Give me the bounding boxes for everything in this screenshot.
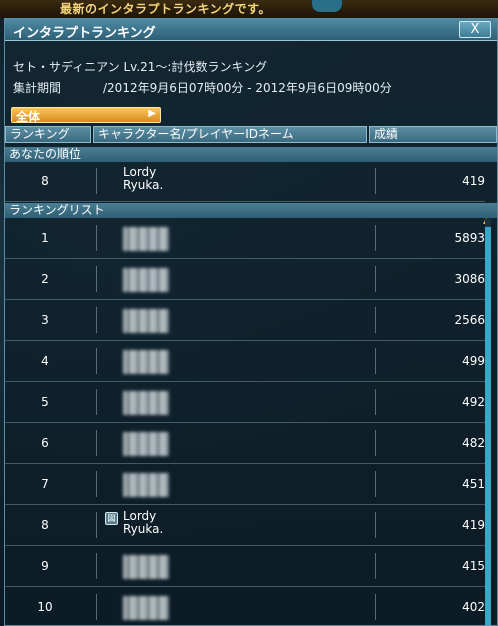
column-divider xyxy=(375,594,376,620)
player-name: Lordy Ryuka. xyxy=(123,510,163,536)
chevron-right-icon: ▶ xyxy=(148,108,156,119)
player-name-line2: Ryuka. xyxy=(123,522,164,536)
window-title: インタラプトランキング xyxy=(13,26,156,41)
rank-score: 3086 xyxy=(454,272,485,286)
column-divider xyxy=(375,389,376,415)
my-rank-name-line2: Ryuka. xyxy=(123,178,164,192)
my-rank-score: 419 xyxy=(462,174,485,188)
column-divider xyxy=(375,471,376,497)
blurred-player-name xyxy=(123,555,169,579)
column-divider xyxy=(96,266,97,292)
column-divider xyxy=(375,307,376,333)
blurred-player-name xyxy=(123,350,169,374)
ranking-row[interactable]: 7 451 xyxy=(5,465,485,505)
ranking-row[interactable]: 2 3086 xyxy=(5,260,485,300)
column-divider xyxy=(96,430,97,456)
rank-score: 419 xyxy=(462,518,485,532)
column-divider xyxy=(375,348,376,374)
rank-number: 5 xyxy=(41,395,49,409)
rank-score: 402 xyxy=(462,600,485,614)
column-header-name: キャラクター名/プレイヤーIDネーム xyxy=(93,126,367,143)
column-divider xyxy=(96,512,97,538)
blurred-player-name xyxy=(123,227,169,251)
period-value: /2012年9月6日07時00分 - 2012年9月6日09時00分 xyxy=(103,81,392,95)
rank-number: 6 xyxy=(41,436,49,450)
column-divider xyxy=(96,168,97,194)
my-rank-value: 8 xyxy=(41,174,49,188)
scroll-thumb[interactable] xyxy=(485,227,491,626)
ranking-row[interactable]: 3 2566 xyxy=(5,301,485,341)
rank-number: 4 xyxy=(41,354,49,368)
section-my-rank: あなたの順位 xyxy=(5,147,497,162)
column-divider xyxy=(96,348,97,374)
blurred-player-name xyxy=(123,432,169,456)
filter-dropdown[interactable]: 全体 ▶ xyxy=(11,107,161,124)
column-header-score: 成績 xyxy=(369,126,497,143)
blurred-player-name xyxy=(123,309,169,333)
blurred-player-name xyxy=(123,596,169,620)
column-divider xyxy=(375,430,376,456)
blurred-player-name xyxy=(123,391,169,415)
rank-score: 415 xyxy=(462,559,485,573)
close-button[interactable]: X xyxy=(459,21,491,38)
rank-score: 5893 xyxy=(454,231,485,245)
rank-number: 1 xyxy=(41,231,49,245)
ranking-row[interactable]: 9 415 xyxy=(5,547,485,587)
column-divider xyxy=(96,225,97,251)
top-notice-bar: 最新のインタラプトランキングです。 xyxy=(0,0,498,18)
column-divider xyxy=(375,266,376,292)
column-divider xyxy=(96,307,97,333)
rank-score: 2566 xyxy=(454,313,485,327)
rank-number: 7 xyxy=(41,477,49,491)
my-rank-row: 8 Lordy Ryuka. 419 xyxy=(5,162,485,202)
player-icon: 図 xyxy=(105,512,118,525)
top-tab[interactable] xyxy=(312,0,342,12)
rank-score: 451 xyxy=(462,477,485,491)
blurred-player-name xyxy=(123,268,169,292)
rank-number: 9 xyxy=(41,559,49,573)
rank-number: 8 xyxy=(41,518,49,532)
rank-score: 482 xyxy=(462,436,485,450)
column-divider xyxy=(96,471,97,497)
column-divider xyxy=(96,594,97,620)
ranking-row[interactable]: 1 5893 xyxy=(5,219,485,259)
ranking-window: インタラプトランキング X セト・サディニアン Lv.21～:討伐数ランキング … xyxy=(4,18,498,626)
scrollbar[interactable] xyxy=(485,219,491,626)
ranking-row[interactable]: 5 492 xyxy=(5,383,485,423)
filter-selected: 全体 xyxy=(16,110,41,124)
title-bar: インタラプトランキング X xyxy=(5,19,497,41)
period-label: 集計期間 xyxy=(13,81,62,95)
column-header-rank: ランキング xyxy=(5,126,91,143)
column-divider xyxy=(375,225,376,251)
ranking-row[interactable]: 4 499 xyxy=(5,342,485,382)
column-divider xyxy=(375,168,376,194)
column-divider xyxy=(375,553,376,579)
my-rank-name: Lordy Ryuka. xyxy=(123,166,163,192)
section-ranking-list: ランキングリスト xyxy=(5,203,497,218)
top-message: 最新のインタラプトランキングです。 xyxy=(60,2,271,16)
column-divider xyxy=(96,553,97,579)
ranking-row[interactable]: 8 図 Lordy Ryuka. 419 xyxy=(5,506,485,546)
rank-number: 2 xyxy=(41,272,49,286)
ranking-row[interactable]: 10 402 xyxy=(5,588,485,626)
ranking-row[interactable]: 6 482 xyxy=(5,424,485,464)
ranking-name: セト・サディニアン Lv.21～:討伐数ランキング xyxy=(13,60,268,74)
rank-score: 492 xyxy=(462,395,485,409)
rank-number: 3 xyxy=(41,313,49,327)
column-divider xyxy=(96,389,97,415)
column-divider xyxy=(375,512,376,538)
rank-number: 10 xyxy=(37,600,53,614)
blurred-player-name xyxy=(123,473,169,497)
rank-score: 499 xyxy=(462,354,485,368)
